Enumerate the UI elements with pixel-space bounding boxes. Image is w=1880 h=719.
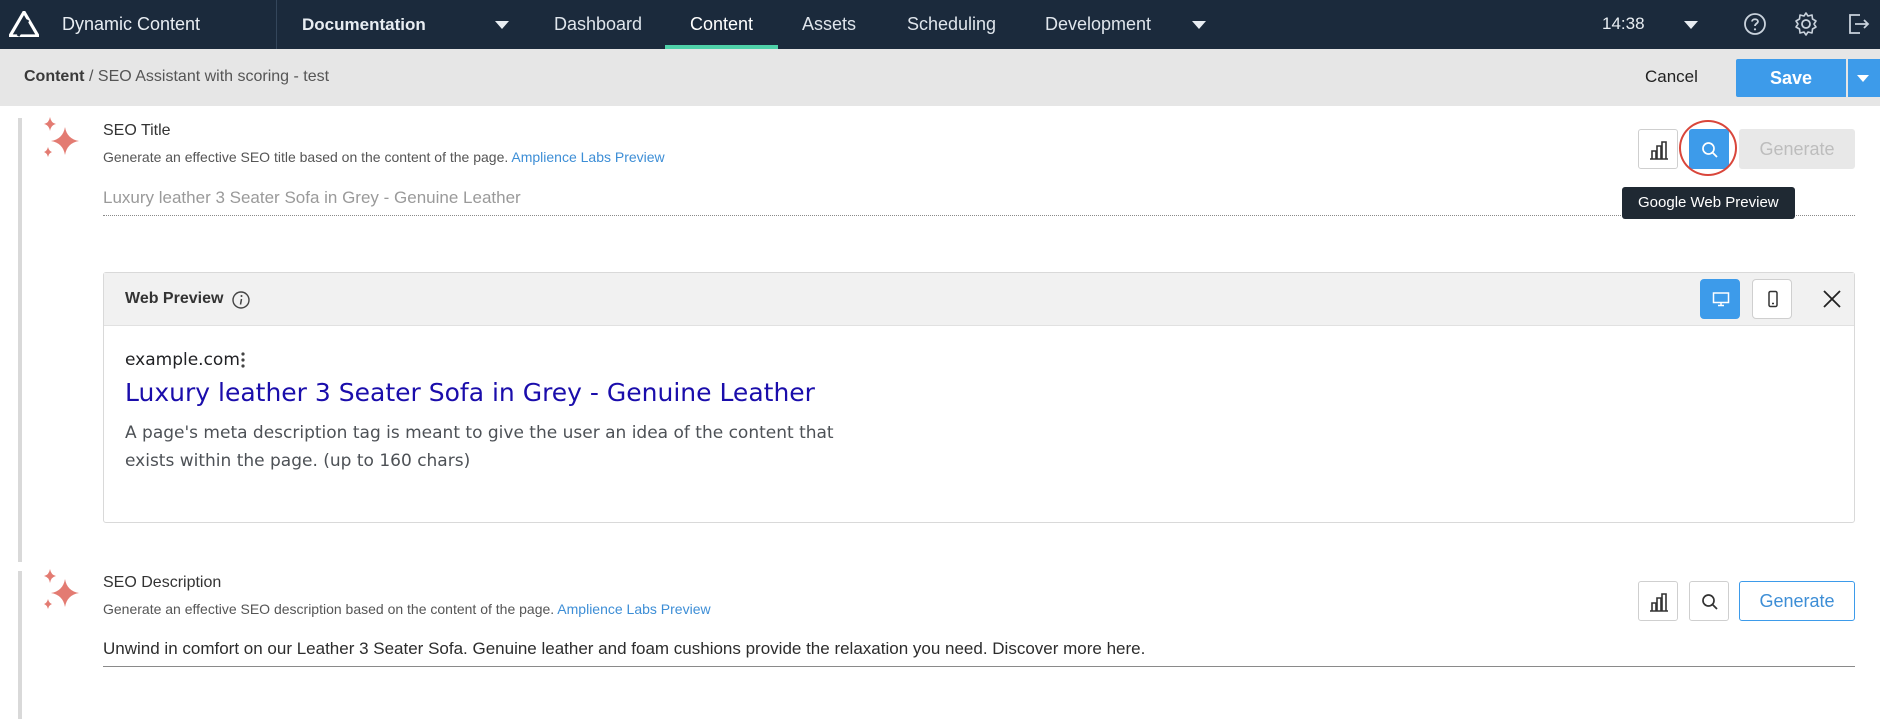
seo-title-underline — [103, 215, 1855, 216]
mobile-view-button[interactable] — [1752, 279, 1792, 319]
close-icon[interactable] — [1820, 287, 1844, 311]
nav-assets[interactable]: Assets — [802, 14, 856, 35]
time-chevron-down-icon[interactable] — [1684, 21, 1698, 29]
preview-result-description: A page's meta description tag is meant t… — [125, 423, 834, 471]
nav-development[interactable]: Development — [1045, 14, 1151, 35]
section-rail — [18, 118, 22, 562]
seo-description-label: SEO Description — [103, 574, 222, 591]
seo-title-input[interactable]: Luxury leather 3 Seater Sofa in Grey - G… — [103, 188, 521, 208]
breadcrumb-current: / SEO Assistant with scoring - test — [89, 68, 330, 85]
generate-title-button[interactable]: Generate — [1739, 129, 1855, 169]
nav-content[interactable]: Content — [690, 14, 753, 35]
nav-scheduling[interactable]: Scheduling — [907, 14, 996, 35]
amplience-labs-link[interactable]: Amplience Labs Preview — [511, 149, 664, 165]
logout-icon[interactable] — [1845, 11, 1871, 37]
amplience-logo-icon[interactable] — [9, 11, 39, 37]
seo-description-description: Generate an effective SEO description ba… — [103, 601, 711, 617]
mobile-icon — [1768, 290, 1778, 308]
seo-title-label: SEO Title — [103, 122, 171, 139]
breadcrumb-content[interactable]: Content — [24, 68, 84, 86]
sparkle-icon — [44, 569, 79, 609]
preview-result-title[interactable]: Luxury leather 3 Seater Sofa in Grey - G… — [125, 378, 815, 407]
web-preview-title: Web Preview — [125, 290, 224, 307]
highlight-annotation — [1679, 120, 1737, 176]
save-options-chevron-icon[interactable] — [1848, 59, 1880, 97]
hub-chevron-down-icon[interactable] — [495, 21, 509, 29]
bar-chart-icon — [1650, 141, 1668, 160]
nav-dashboard[interactable]: Dashboard — [554, 14, 642, 35]
development-chevron-down-icon[interactable] — [1192, 21, 1206, 29]
content-toolbar: Content / SEO Assistant with scoring - t… — [0, 49, 1880, 106]
desktop-icon — [1712, 292, 1730, 307]
bar-chart-icon — [1650, 593, 1668, 612]
nav-divider — [276, 0, 277, 49]
more-options-icon[interactable] — [241, 351, 245, 369]
section-rail-2 — [18, 571, 22, 719]
save-button[interactable]: Save — [1736, 59, 1846, 97]
info-icon[interactable] — [231, 290, 251, 310]
search-icon — [1702, 594, 1718, 610]
preview-site-url: example.com — [125, 350, 240, 370]
web-preview-header: Web Preview — [104, 273, 1854, 326]
google-web-preview-button[interactable] — [1689, 581, 1729, 621]
generate-description-button[interactable]: Generate — [1739, 581, 1855, 621]
cancel-button[interactable]: Cancel — [1645, 67, 1698, 87]
seo-description-input[interactable]: Unwind in comfort on our Leather 3 Seate… — [103, 639, 1145, 659]
seo-title-description: Generate an effective SEO title based on… — [103, 149, 665, 165]
hub-selector[interactable]: Documentation — [302, 15, 426, 35]
score-button[interactable] — [1638, 129, 1678, 169]
app-title: Dynamic Content — [62, 14, 201, 34]
time-display[interactable]: 14:38 — [1602, 14, 1645, 34]
desktop-view-button[interactable] — [1700, 279, 1740, 319]
google-web-preview-tooltip: Google Web Preview — [1622, 187, 1795, 219]
web-preview-panel: Web Preview example.com Luxury leather 3 — [103, 272, 1855, 523]
score-button[interactable] — [1638, 581, 1678, 621]
top-navigation-bar: Dynamic Content Documentation Dashboard … — [0, 0, 1880, 49]
seo-description-underline — [103, 666, 1855, 667]
settings-icon[interactable] — [1793, 11, 1819, 37]
sparkle-icon — [44, 117, 79, 157]
help-icon[interactable] — [1742, 11, 1768, 37]
amplience-labs-link[interactable]: Amplience Labs Preview — [557, 601, 710, 617]
